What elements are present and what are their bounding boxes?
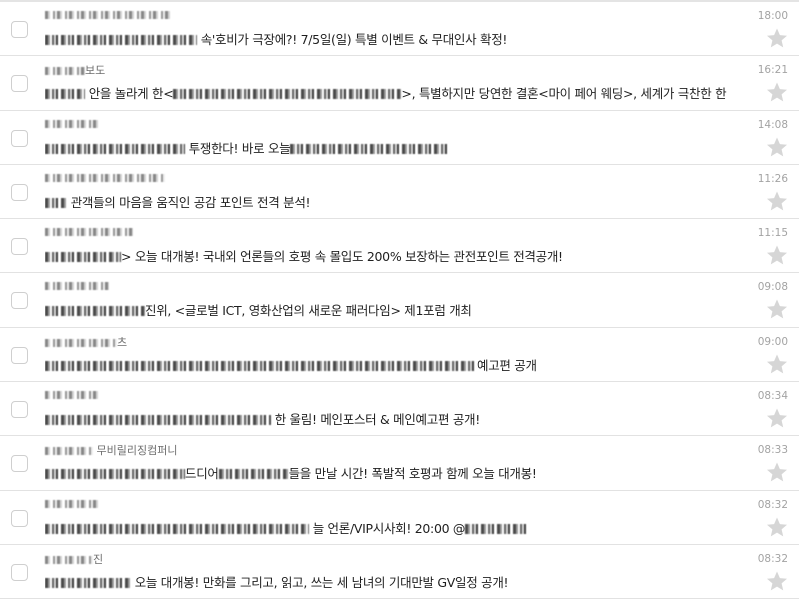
star-icon[interactable] (765, 80, 789, 104)
mail-row[interactable]: 투쟁한다! 바로 오늘 14:08 (0, 111, 799, 165)
mail-row[interactable]: 무비릴리징컴퍼니 드디어 들을 만날 시간! 폭발적 호평과 함께 오늘 대개봉!… (0, 436, 799, 491)
mail-sender (45, 117, 101, 130)
checkbox-icon[interactable] (11, 292, 28, 310)
mail-row[interactable]: 늘 언론/VIP시사회! 20:00 @ 08:32 (0, 491, 799, 545)
mail-row[interactable]: 속'호비가 극장에?! 7/5일(일) 특별 이벤트 & 무대인사 확정! 18… (0, 2, 799, 57)
checkbox-icon[interactable] (11, 21, 28, 38)
mail-sender: 츠 (45, 334, 127, 350)
mail-subject: 투쟁한다! 바로 오늘 (45, 138, 759, 157)
mail-sender: 보도 (45, 62, 105, 78)
star-icon[interactable] (765, 460, 789, 484)
mail-subject: 늘 언론/VIP시사회! 20:00 @ (45, 518, 759, 537)
mail-sender: 진 (45, 551, 103, 567)
mail-sender (45, 225, 133, 238)
mail-time: 09:08 (757, 281, 788, 294)
mail-subject: 예고편 공개 (45, 355, 759, 374)
mail-time: 18:00 (757, 10, 788, 22)
mail-subject: 오늘 대개봉! 만화를 그리고, 읽고, 쓰는 세 남녀의 기대만발 GV일정 … (45, 572, 759, 591)
mail-sender: 무비릴리징컴퍼니 (45, 442, 177, 458)
mail-row[interactable]: 한 울림! 메인포스터 & 메인예고편 공개! 08:34 (0, 382, 799, 437)
checkbox-icon[interactable] (11, 129, 28, 147)
mail-sender (45, 171, 165, 184)
star-icon[interactable] (765, 135, 789, 159)
checkbox-icon[interactable] (11, 346, 28, 364)
checkbox-icon[interactable] (11, 401, 28, 419)
mail-subject: 안을 놀라게 한< >, 특별하지만 당연한 결혼<마이 페어 웨딩>, 세계가 … (45, 83, 759, 102)
mail-row[interactable]: 츠 예고편 공개 09:00 (0, 328, 799, 383)
mail-time: 11:15 (757, 227, 788, 240)
checkbox-icon[interactable] (11, 563, 28, 581)
star-icon[interactable] (765, 243, 789, 267)
mail-subject: 관객들의 마음을 움직인 공감 포인트 전격 분석! (45, 192, 759, 211)
mail-subject: 드디어 들을 만날 시간! 폭발적 호평과 함께 오늘 대개봉! (45, 463, 759, 482)
mail-time: 08:32 (757, 552, 788, 565)
mail-row[interactable]: > 오늘 대개봉! 국내외 언론들의 호평 속 몰입도 200% 보장하는 관전… (0, 219, 799, 274)
mail-sender (45, 497, 101, 510)
mail-subject: 속'호비가 극장에?! 7/5일(일) 특별 이벤트 & 무대인사 확정! (45, 29, 759, 48)
mail-time: 08:33 (757, 444, 788, 457)
checkbox-icon[interactable] (11, 509, 28, 527)
checkbox-icon[interactable] (11, 183, 28, 201)
mail-time: 08:34 (757, 390, 788, 403)
checkbox-icon[interactable] (11, 75, 28, 93)
star-icon[interactable] (765, 406, 789, 430)
mail-row[interactable]: 진위, <글로벌 ICT, 영화산업의 새로운 패러다임> 제1포럼 개최 09… (0, 273, 799, 328)
star-icon[interactable] (765, 352, 789, 376)
star-icon[interactable] (765, 569, 789, 593)
mail-sender (45, 279, 109, 292)
mail-time: 14:08 (757, 118, 788, 131)
mail-row[interactable]: 보도 안을 놀라게 한< >, 특별하지만 당연한 결혼<마이 페어 웨딩>, 세… (0, 56, 799, 111)
mail-subject: 한 울림! 메인포스터 & 메인예고편 공개! (45, 409, 759, 428)
mail-time: 16:21 (757, 64, 788, 77)
mail-list: 속'호비가 극장에?! 7/5일(일) 특별 이벤트 & 무대인사 확정! 18… (0, 0, 799, 599)
mail-subject: 진위, <글로벌 ICT, 영화산업의 새로운 패러다임> 제1포럼 개최 (45, 300, 759, 319)
mail-row[interactable]: 진 오늘 대개봉! 만화를 그리고, 읽고, 쓰는 세 남녀의 기대만발 GV일… (0, 545, 799, 599)
mail-sender (45, 8, 173, 21)
star-icon[interactable] (765, 297, 789, 321)
mail-sender (45, 388, 101, 401)
mail-time: 08:32 (757, 498, 788, 511)
mail-time: 09:00 (757, 335, 788, 348)
checkbox-icon[interactable] (11, 455, 28, 473)
star-icon[interactable] (765, 189, 789, 213)
mail-row[interactable]: 관객들의 마음을 움직인 공감 포인트 전격 분석! 11:26 (0, 165, 799, 220)
star-icon[interactable] (765, 515, 789, 539)
mail-subject: > 오늘 대개봉! 국내외 언론들의 호평 속 몰입도 200% 보장하는 관전… (45, 246, 759, 265)
mail-time: 11:26 (757, 172, 788, 185)
star-icon[interactable] (765, 26, 789, 50)
checkbox-icon[interactable] (11, 238, 28, 256)
